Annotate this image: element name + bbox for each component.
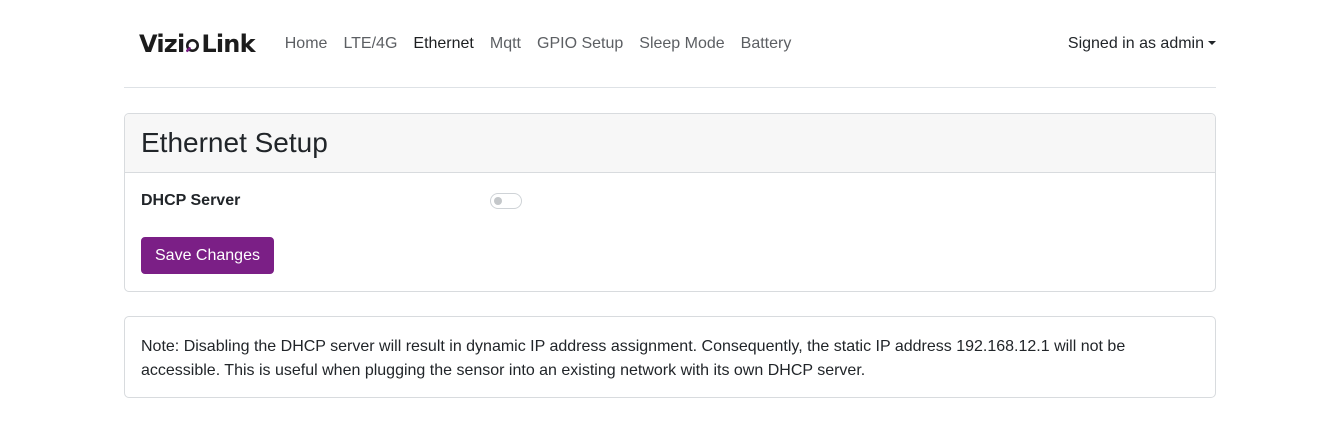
nav-item-lte-4g[interactable]: LTE/4G [343, 35, 397, 53]
dhcp-server-toggle[interactable] [490, 193, 522, 209]
nav-item-mqtt[interactable]: Mqtt [490, 35, 521, 53]
brand-logo[interactable]: Vizi Link [139, 24, 256, 64]
nav-item-ethernet[interactable]: Ethernet [413, 35, 473, 53]
brand-logo-o-icon [186, 39, 200, 52]
brand-wordmark: Vizi Link [139, 29, 256, 58]
main-nav: Home LTE/4G Ethernet Mqtt GPIO Setup Sle… [285, 35, 808, 53]
page-title: Ethernet Setup [141, 127, 328, 158]
save-changes-button[interactable]: Save Changes [141, 237, 274, 274]
nav-item-gpio-setup[interactable]: GPIO Setup [537, 35, 623, 53]
top-navbar: Vizi Link Home LTE/4G Ethernet Mqtt GPIO… [124, 0, 1216, 88]
page-container: Vizi Link Home LTE/4G Ethernet Mqtt GPIO… [124, 0, 1216, 398]
brand-name-part2: Link [201, 29, 255, 58]
dhcp-note: Note: Disabling the DHCP server will res… [124, 316, 1216, 398]
caret-down-icon [1208, 40, 1216, 45]
dhcp-note-text: Note: Disabling the DHCP server will res… [141, 338, 1126, 379]
card-header: Ethernet Setup [125, 114, 1215, 173]
nav-item-sleep-mode[interactable]: Sleep Mode [639, 35, 724, 53]
dhcp-server-label: DHCP Server [141, 192, 241, 209]
user-menu-dropdown[interactable]: Signed in as admin [1068, 35, 1216, 53]
ethernet-setup-card: Ethernet Setup DHCP Server Save Changes [124, 113, 1216, 292]
toggle-knob [494, 197, 502, 205]
brand-name-part1: Vizi [139, 29, 185, 58]
card-body: DHCP Server Save Changes [125, 173, 1215, 291]
nav-item-home[interactable]: Home [285, 35, 328, 53]
user-menu-label: Signed in as admin [1067, 34, 1204, 52]
nav-item-battery[interactable]: Battery [741, 35, 792, 53]
